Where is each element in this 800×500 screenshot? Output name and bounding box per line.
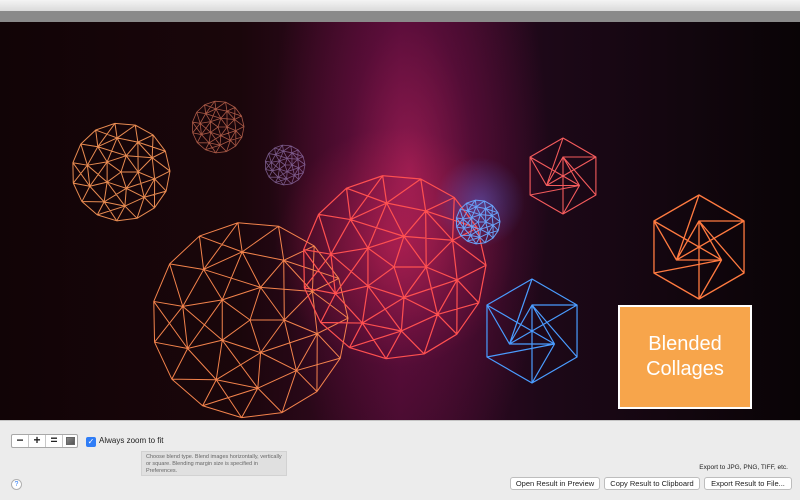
wireframe-edges [264, 144, 306, 186]
blend-type-tooltip: Choose blend type. Blend images horizont… [141, 451, 287, 476]
app-window: Blended Collages − + = ✓ Always zoom to f… [0, 0, 800, 500]
wireframe-edges [653, 194, 745, 300]
wireframe-edges [529, 137, 597, 215]
copy-to-clipboard-button[interactable]: Copy Result to Clipboard [604, 477, 700, 490]
collage-preview-canvas: Blended Collages [0, 22, 800, 420]
title-strip [0, 11, 800, 22]
zoom-out-button[interactable]: − [12, 434, 29, 447]
icosahedron-wireframe [653, 194, 745, 300]
wireframe-edges [72, 122, 171, 222]
always-zoom-label: Always zoom to fit [99, 436, 164, 445]
label-line-2: Collages [646, 358, 724, 380]
open-in-preview-button[interactable]: Open Result in Preview [510, 477, 600, 490]
geodesic-sphere-wireframe [192, 100, 245, 154]
export-to-file-button[interactable]: Export Result to File... [704, 477, 792, 490]
help-button[interactable]: ? [11, 479, 22, 490]
export-formats-note: Export to JPG, PNG, TIFF, etc. [699, 464, 788, 471]
label-line-1: Blended [648, 333, 722, 355]
actual-size-button[interactable]: = [46, 434, 63, 447]
fit-image-icon[interactable] [63, 435, 77, 447]
icosahedron-wireframe [529, 137, 597, 215]
blended-collages-label: Blended Collages [618, 305, 752, 409]
geodesic-sphere-wireframe [72, 122, 171, 222]
zoom-in-button[interactable]: + [29, 434, 46, 447]
geodesic-sphere-wireframe [264, 144, 306, 186]
always-zoom-checkbox[interactable]: ✓ [86, 437, 96, 447]
zoom-controls: − + = [11, 434, 78, 448]
wireframe-edges [192, 100, 245, 154]
title-bar[interactable] [0, 0, 800, 11]
